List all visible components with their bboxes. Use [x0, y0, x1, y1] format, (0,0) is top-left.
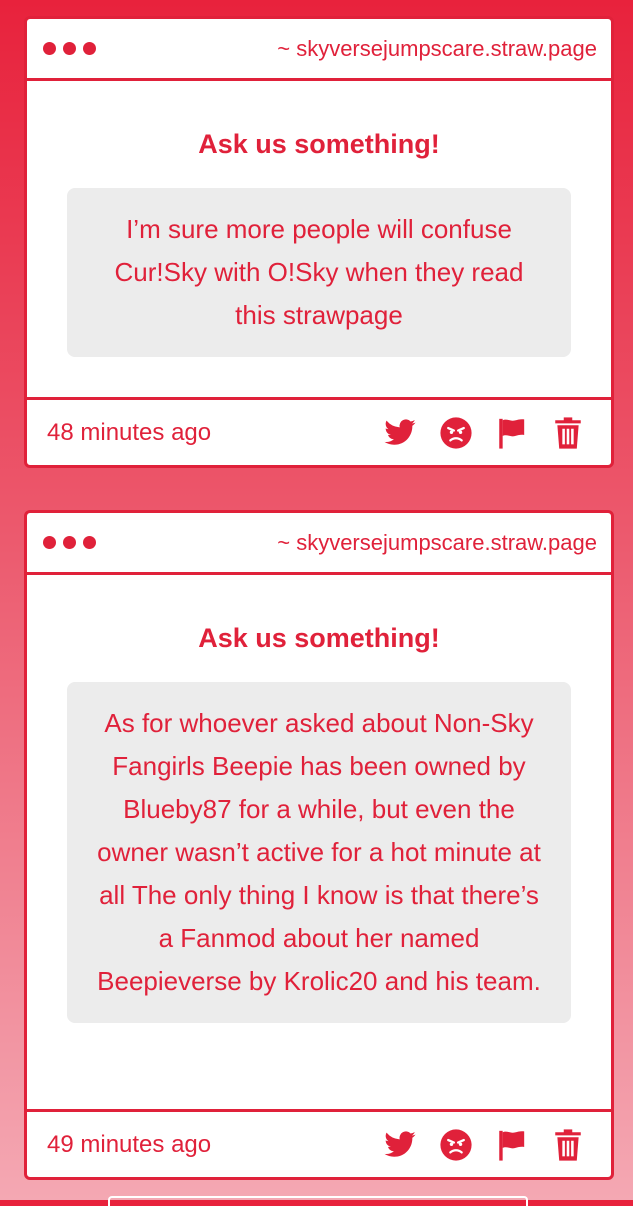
window-dots	[43, 536, 96, 549]
flag-icon[interactable]	[495, 1128, 529, 1162]
window-dot	[83, 536, 96, 549]
card-heading: Ask us something!	[198, 129, 440, 159]
next-card-edge	[108, 1196, 528, 1206]
card-footer: 49 minutes ago	[27, 1109, 611, 1177]
card-body: Ask us something! As for whoever asked a…	[27, 575, 611, 1023]
angry-face-icon[interactable]	[439, 416, 473, 450]
card-titlebar: ~ skyversejumpscare.straw.page	[27, 19, 611, 81]
window-dot	[63, 42, 76, 55]
twitter-icon[interactable]	[383, 1128, 417, 1162]
action-bar	[383, 1128, 585, 1162]
timestamp: 49 minutes ago	[47, 1130, 212, 1158]
post-card: ~ skyversejumpscare.straw.page Ask us so…	[24, 510, 614, 1180]
card-heading: Ask us something!	[198, 623, 440, 653]
window-dot	[63, 536, 76, 549]
window-dot	[43, 42, 56, 55]
flag-icon[interactable]	[495, 416, 529, 450]
message-text: As for whoever asked about Non-Sky Fangi…	[67, 682, 571, 1023]
window-dot	[83, 42, 96, 55]
twitter-icon[interactable]	[383, 416, 417, 450]
site-url[interactable]: ~ skyversejumpscare.straw.page	[277, 36, 597, 62]
action-bar	[383, 416, 585, 450]
card-titlebar: ~ skyversejumpscare.straw.page	[27, 513, 611, 575]
timestamp: 48 minutes ago	[47, 418, 212, 446]
angry-face-icon[interactable]	[439, 1128, 473, 1162]
card-footer: 48 minutes ago	[27, 397, 611, 465]
window-dots	[43, 42, 96, 55]
post-card: ~ skyversejumpscare.straw.page Ask us so…	[24, 16, 614, 468]
site-url[interactable]: ~ skyversejumpscare.straw.page	[277, 530, 597, 556]
trash-icon[interactable]	[551, 1128, 585, 1162]
card-body: Ask us something! I’m sure more people w…	[27, 81, 611, 357]
trash-icon[interactable]	[551, 416, 585, 450]
window-dot	[43, 536, 56, 549]
message-text: I’m sure more people will confuse Cur!Sk…	[67, 188, 571, 357]
